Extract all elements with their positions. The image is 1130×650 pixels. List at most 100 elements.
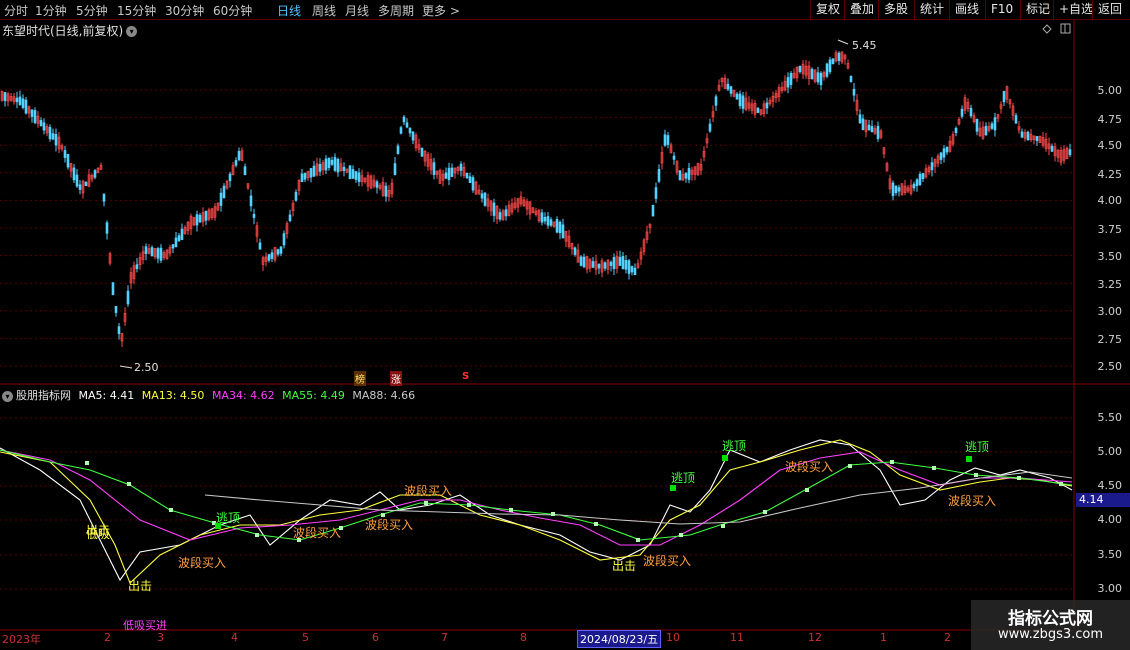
candle-body: [102, 193, 106, 202]
candle-body: [837, 52, 841, 61]
date-label: 11: [730, 631, 744, 644]
candle-body: [252, 213, 256, 218]
candle-body: [492, 202, 496, 216]
candle-body: [630, 266, 634, 273]
current-value-box: 4.14: [1076, 493, 1130, 507]
candle-body: [405, 122, 409, 128]
candle-body: [282, 233, 286, 246]
candle-body: [114, 305, 118, 313]
price-tick: 3.25: [1097, 278, 1123, 291]
chart-canvas: [0, 20, 1130, 631]
escape-top-square: [966, 456, 972, 462]
candle-body: [786, 77, 790, 88]
candle-body: [72, 167, 76, 181]
candle-body: [78, 184, 82, 190]
date-label: 4: [231, 631, 238, 644]
candle-body: [1026, 131, 1030, 141]
candle-body: [603, 262, 607, 269]
candle-body: [633, 267, 637, 276]
candle-body: [915, 179, 919, 187]
candle-body: [15, 97, 19, 103]
candle-body: [237, 151, 241, 161]
escape-top-signal: 逃顶: [965, 440, 990, 454]
candle-body: [357, 172, 361, 182]
ma55-line: [0, 449, 1073, 541]
candlestick-series: [0, 50, 1072, 348]
selected-date[interactable]: 2024/08/23/五: [577, 630, 662, 648]
ma55-point: [636, 538, 640, 542]
candle-body: [990, 123, 994, 129]
low-price-label: 2.50: [134, 361, 159, 374]
candle-body: [30, 109, 34, 117]
candle-body: [651, 204, 655, 217]
indicator-tick: 5.50: [1097, 411, 1123, 424]
candle-body: [24, 99, 28, 114]
candle-body: [195, 214, 199, 226]
candle-body: [597, 263, 601, 269]
high-price-label: 5.45: [852, 39, 877, 52]
escape-top-square: [722, 455, 728, 461]
candle-body: [156, 248, 160, 259]
diamond-icon[interactable]: [1042, 24, 1052, 34]
strike-signal: 出击: [612, 559, 637, 573]
candle-body: [66, 153, 70, 168]
escape-top-signal: 逃顶: [671, 471, 696, 485]
price-tick: 2.75: [1097, 333, 1123, 346]
date-label: 8: [520, 631, 527, 644]
candle-body: [612, 257, 616, 270]
ma55-point: [974, 473, 978, 477]
candle-body: [408, 127, 412, 134]
candle-body: [105, 222, 109, 234]
date-label: 12: [808, 631, 822, 644]
price-tick: 4.75: [1097, 113, 1123, 126]
candle-body: [279, 246, 283, 254]
candle-body: [621, 256, 625, 270]
candle-body: [654, 187, 658, 199]
ma5-line: [0, 439, 1073, 582]
high-pointer-icon: [837, 39, 849, 45]
sell-marker[interactable]: S: [462, 371, 469, 382]
candle-body: [432, 162, 436, 175]
candle-body: [756, 107, 760, 113]
ma55-point: [721, 524, 725, 528]
candle-body: [1035, 136, 1039, 142]
candle-body: [831, 58, 835, 65]
candle-body: [789, 73, 793, 85]
candle-body: [447, 167, 451, 181]
candle-body: [930, 162, 934, 171]
candle-body: [1020, 131, 1024, 138]
candle-body: [42, 122, 46, 131]
candle-body: [351, 169, 355, 179]
price-tick: 4.00: [1097, 194, 1123, 207]
candle-body: [354, 171, 358, 180]
candle-body: [558, 221, 562, 234]
candle-body: [891, 182, 895, 197]
candle-body: [849, 76, 853, 82]
ma55-point: [467, 503, 471, 507]
candle-body: [735, 93, 739, 100]
ma55-point: [127, 482, 131, 486]
candle-body: [249, 195, 253, 207]
candle-body: [471, 177, 475, 191]
date-label: 3: [157, 631, 164, 644]
candle-body: [402, 116, 406, 123]
candle-body: [267, 254, 271, 261]
candle-body: [573, 247, 577, 255]
candle-body: [810, 68, 814, 80]
candle-body: [84, 181, 88, 186]
ma55-point: [509, 508, 513, 512]
candle-body: [852, 88, 856, 96]
candle-body: [993, 117, 997, 131]
candle-body: [303, 172, 307, 180]
limit-up-marker[interactable]: 涨: [390, 371, 402, 386]
candle-body: [627, 260, 631, 274]
escape-top-signal: 逃顶: [216, 511, 241, 525]
ma55-point: [805, 488, 809, 492]
ma55-point: [424, 501, 428, 505]
candle-body: [51, 133, 55, 140]
candle-body: [678, 170, 682, 181]
candle-body: [666, 135, 670, 145]
rank-marker[interactable]: 榜: [354, 371, 366, 386]
candle-body: [204, 210, 208, 221]
indicator-tick: 4.00: [1097, 513, 1123, 526]
